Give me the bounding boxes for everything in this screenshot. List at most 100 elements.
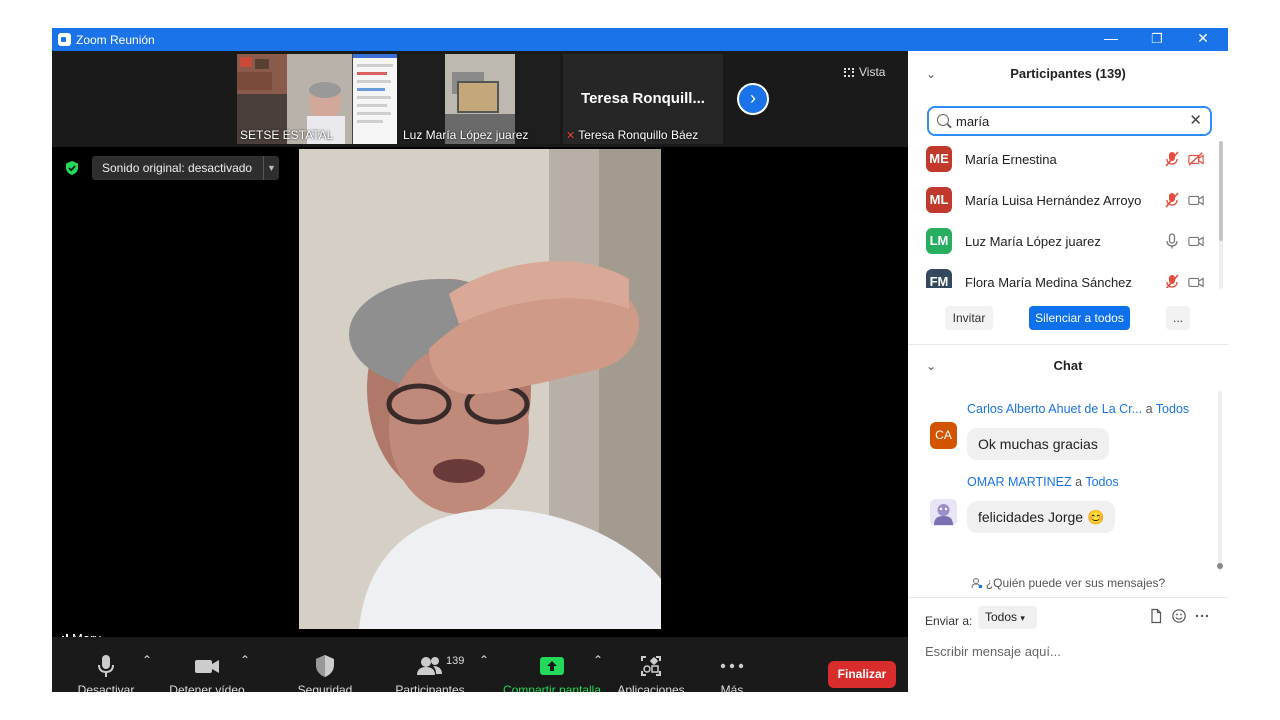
security-button[interactable]: Seguridad xyxy=(294,653,356,692)
chat-message: OMAR MARTINEZ a Todos felicidades Jorge … xyxy=(908,475,1220,535)
chevron-down-icon: ▾ xyxy=(1020,613,1025,623)
share-screen-button[interactable]: Compartir pantalla xyxy=(500,653,604,692)
encryption-shield-icon[interactable] xyxy=(64,160,80,176)
microphone-icon[interactable] xyxy=(1164,233,1180,249)
participant-name: Luz María López juarez xyxy=(403,128,529,142)
view-button[interactable]: Vista xyxy=(844,61,900,83)
participants-options-chevron-icon[interactable]: ⌃ xyxy=(479,653,489,667)
participants-title: Participantes (139) xyxy=(1010,66,1126,81)
share-options-chevron-icon[interactable]: ⌃ xyxy=(593,653,603,667)
mute-audio-button[interactable]: Desactivar audio xyxy=(62,653,150,692)
sender-name: OMAR MARTINEZ xyxy=(967,475,1072,489)
participant-name: María Ernestina xyxy=(965,152,1057,167)
muted-mic-icon: ✕ xyxy=(566,130,576,142)
chat-messages: Carlos Alberto Ahuet de La Cr... a Todos… xyxy=(908,391,1220,571)
original-sound-toggle[interactable]: Sonido original: desactivado ▼ xyxy=(92,156,279,180)
video-camera-icon[interactable] xyxy=(1188,233,1204,249)
video-thumbnail[interactable]: Teresa Ronquill... ✕ Teresa Ronquillo Báe… xyxy=(563,54,723,144)
message-sender[interactable]: OMAR MARTINEZ a Todos xyxy=(967,475,1119,489)
participant-search: ✕ xyxy=(927,106,1212,136)
video-options-chevron-icon[interactable]: ⌃ xyxy=(240,653,250,667)
original-sound-label: Sonido original: desactivado xyxy=(102,161,253,175)
share-arrow-icon xyxy=(540,657,564,675)
file-icon[interactable] xyxy=(1148,608,1164,624)
participants-count-badge: 139 xyxy=(446,655,465,667)
participant-big-name: Teresa Ronquill... xyxy=(581,90,705,107)
video-off-icon[interactable] xyxy=(1188,151,1204,167)
video-thumbnail[interactable]: SETSE ESTATAL xyxy=(237,54,397,144)
chat-scrollbar[interactable] xyxy=(1217,391,1223,571)
who-can-see-messages[interactable]: ¿Quién puede ver sus mensajes? xyxy=(908,576,1228,590)
divider xyxy=(908,597,1228,598)
invite-button[interactable]: Invitar xyxy=(945,306,993,330)
avatar: CA xyxy=(930,422,957,449)
speaker-video-frame xyxy=(299,149,661,629)
recipient-name: Todos xyxy=(1155,402,1190,416)
mute-all-button[interactable]: Silenciar a todos xyxy=(1029,306,1130,330)
send-to-value: Todos xyxy=(985,610,1018,624)
security-label: Seguridad xyxy=(297,683,353,692)
muted-mic-icon[interactable] xyxy=(1164,151,1180,167)
more-options-button[interactable]: ... xyxy=(1166,306,1190,330)
participants-label: Participantes xyxy=(395,683,465,692)
restore-button[interactable]: ❐ xyxy=(1134,28,1180,51)
participant-name: María Luisa Hernández Arroyo xyxy=(965,193,1142,208)
divider xyxy=(908,344,1228,345)
participant-row[interactable]: ML María Luisa Hernández Arroyo xyxy=(908,179,1220,220)
avatar: FM xyxy=(926,269,952,288)
muted-mic-icon[interactable] xyxy=(1164,274,1180,288)
participant-row[interactable]: FM Flora María Medina Sánchez xyxy=(908,261,1220,288)
avatar: LM xyxy=(926,228,952,254)
apps-label: Aplicaciones xyxy=(617,683,685,692)
muted-mic-icon[interactable] xyxy=(1164,192,1180,208)
collapse-chevron-icon[interactable]: ⌄ xyxy=(926,350,936,382)
stop-video-button[interactable]: Detener vídeo xyxy=(169,653,245,692)
stop-video-label: Detener vídeo xyxy=(169,683,245,692)
clear-search-icon[interactable]: ✕ xyxy=(1189,111,1202,129)
minimize-button[interactable]: — xyxy=(1088,28,1134,51)
window-title: Zoom Reunión xyxy=(76,33,155,47)
participant-row[interactable]: ME María Ernestina xyxy=(908,138,1220,179)
apps-button[interactable]: Aplicaciones xyxy=(614,653,688,692)
participant-name-wrap: ✕ Teresa Ronquillo Báez xyxy=(566,128,698,142)
close-window-button[interactable]: ✕ xyxy=(1180,28,1226,51)
next-page-button[interactable]: › xyxy=(737,83,769,115)
avatar-image-icon xyxy=(930,499,957,526)
shield-icon xyxy=(316,655,334,677)
share-screen-label: Compartir pantalla xyxy=(502,683,602,692)
participant-row[interactable]: LM Luz María López juarez xyxy=(908,220,1220,261)
emoji-icon[interactable] xyxy=(1171,608,1187,624)
audio-options-chevron-icon[interactable]: ⌃ xyxy=(142,653,152,667)
active-speaker-video xyxy=(299,149,661,629)
zoom-window: Zoom Reunión — ❐ ✕ SETSE ESTATAL Luz Mar… xyxy=(52,28,1228,692)
microphone-icon xyxy=(98,655,114,677)
end-meeting-button[interactable]: Finalizar xyxy=(828,661,896,688)
participant-name: Flora María Medina Sánchez xyxy=(965,275,1132,288)
send-to-dropdown[interactable]: Todos ▾ xyxy=(978,606,1037,629)
mute-audio-label: Desactivar audio xyxy=(77,683,135,692)
avatar: ML xyxy=(926,187,952,213)
participant-list-scrollbar[interactable] xyxy=(1219,141,1223,289)
more-button[interactable]: Más xyxy=(716,653,748,692)
chat-header: ⌄ Chat xyxy=(908,350,1228,382)
participant-search-input[interactable] xyxy=(956,112,1186,130)
more-dots-icon[interactable] xyxy=(1194,608,1210,624)
message-sender[interactable]: Carlos Alberto Ahuet de La Cr... a Todos xyxy=(967,402,1189,416)
chevron-right-icon: › xyxy=(750,88,756,108)
caret-down-icon[interactable]: ▼ xyxy=(263,156,279,180)
thumbnail-strip: SETSE ESTATAL Luz María López juarez Ter… xyxy=(52,51,908,147)
collapse-chevron-icon[interactable]: ⌄ xyxy=(926,58,936,90)
participant-name: Teresa Ronquillo Báez xyxy=(578,128,699,142)
view-label: Vista xyxy=(859,65,886,79)
chat-message: Carlos Alberto Ahuet de La Cr... a Todos… xyxy=(908,402,1220,462)
video-camera-icon[interactable] xyxy=(1188,274,1204,288)
send-to-label: Enviar a: xyxy=(925,614,973,628)
chat-message-input[interactable] xyxy=(925,640,1215,662)
video-camera-icon[interactable] xyxy=(1188,192,1204,208)
video-thumbnail[interactable]: Luz María López juarez xyxy=(400,54,560,144)
search-icon xyxy=(937,114,949,126)
zoom-logo-icon xyxy=(58,33,71,46)
participant-name: Luz María López juarez xyxy=(965,234,1101,249)
to-word: a xyxy=(1145,402,1153,416)
participant-name: SETSE ESTATAL xyxy=(240,128,334,142)
